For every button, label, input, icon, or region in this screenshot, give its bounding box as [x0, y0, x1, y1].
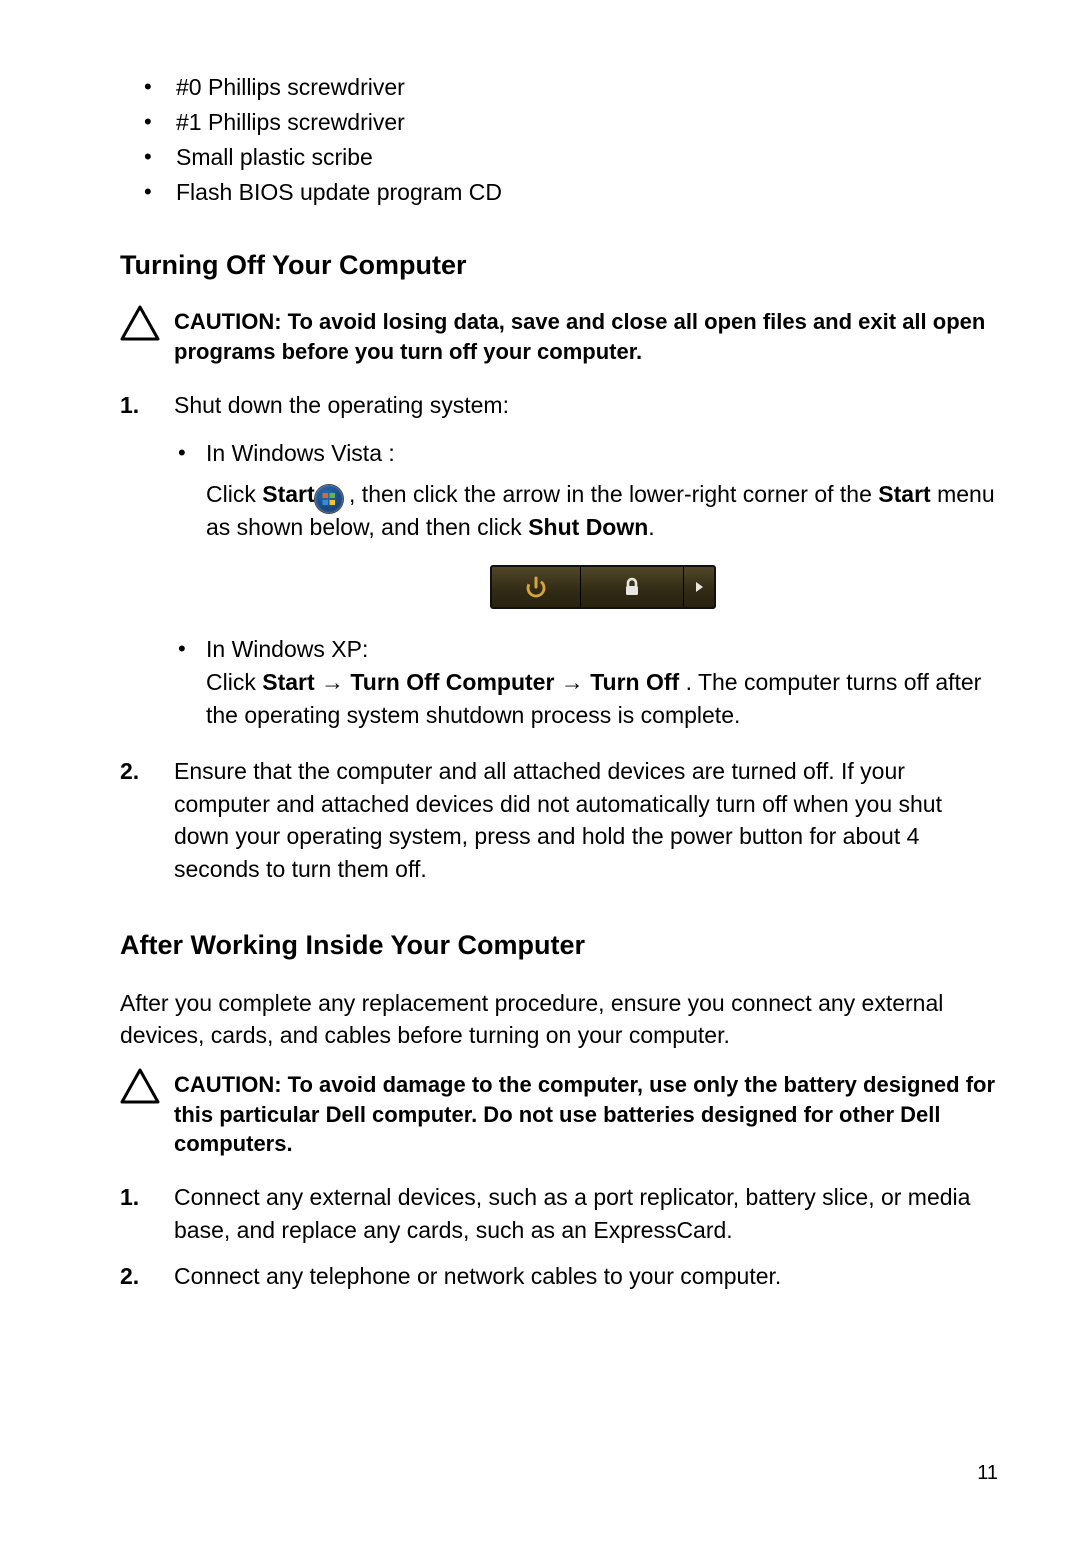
caution-lead: CAUTION:: [174, 1072, 288, 1097]
caution-block: CAUTION: To avoid damage to the computer…: [120, 1070, 1000, 1159]
arrow-text: →: [315, 669, 351, 695]
xp-head: In Windows XP:: [206, 636, 368, 662]
text: Click: [206, 481, 262, 507]
lock-button-segment: [581, 567, 684, 607]
chevron-right-icon: [693, 580, 705, 594]
step-item: Connect any telephone or network cables …: [120, 1260, 1000, 1293]
caution-body: To avoid losing data, save and close all…: [174, 309, 985, 364]
steps-list: Shut down the operating system: In Windo…: [120, 389, 1000, 886]
start-bold: Start: [878, 481, 930, 507]
power-button-segment: [492, 567, 581, 607]
list-item: Small plastic scribe: [176, 140, 1000, 175]
text: Click: [206, 669, 262, 695]
text: , then click the arrow in the lower-righ…: [343, 481, 879, 507]
section-heading-after-working: After Working Inside Your Computer: [120, 930, 1000, 961]
arrow-button-segment: [684, 567, 714, 607]
step-text: Connect any external devices, such as a …: [174, 1184, 970, 1243]
vista-head: In Windows Vista :: [206, 440, 395, 466]
page-number: 11: [977, 1462, 998, 1485]
turnoff-bold: Turn Off: [590, 669, 679, 695]
windows-logo-icon: [315, 485, 343, 513]
step-text: Ensure that the computer and all attache…: [174, 758, 942, 882]
text: .: [648, 514, 654, 540]
document-page: #0 Phillips screwdriver #1 Phillips scre…: [0, 0, 1080, 1545]
step-item: Shut down the operating system: In Windo…: [120, 389, 1000, 732]
arrow-text: →: [554, 669, 590, 695]
caution-triangle-icon: [120, 1068, 160, 1104]
steps-list-after: Connect any external devices, such as a …: [120, 1181, 1000, 1293]
list-item: Flash BIOS update program CD: [176, 175, 1000, 210]
vista-shutdown-graphic: [490, 565, 716, 609]
start-bold: Start: [262, 481, 314, 507]
tools-list: #0 Phillips screwdriver #1 Phillips scre…: [120, 70, 1000, 210]
caution-text: CAUTION: To avoid losing data, save and …: [174, 307, 1000, 366]
step-item: Connect any external devices, such as a …: [120, 1181, 1000, 1246]
list-item: #0 Phillips screwdriver: [176, 70, 1000, 105]
lock-icon: [620, 575, 644, 599]
intro-paragraph: After you complete any replacement proce…: [120, 987, 1000, 1052]
step-text: Shut down the operating system:: [174, 392, 509, 418]
caution-lead: CAUTION:: [174, 309, 288, 334]
start-bold: Start: [262, 669, 314, 695]
power-icon: [524, 575, 548, 599]
sub-item-vista: In Windows Vista : Click Start , then cl…: [206, 437, 1000, 609]
shutdown-bold: Shut Down: [528, 514, 648, 540]
step-item: Ensure that the computer and all attache…: [120, 755, 1000, 886]
list-item: #1 Phillips screwdriver: [176, 105, 1000, 140]
caution-text: CAUTION: To avoid damage to the computer…: [174, 1070, 1000, 1159]
caution-body: To avoid damage to the computer, use onl…: [174, 1072, 995, 1156]
turnoffcomp-bold: Turn Off Computer: [350, 669, 554, 695]
sub-list: In Windows Vista : Click Start , then cl…: [174, 437, 1000, 731]
section-heading-turning-off: Turning Off Your Computer: [120, 250, 1000, 281]
caution-triangle-icon: [120, 305, 160, 341]
sub-item-xp: In Windows XP: Click Start → Turn Off Co…: [206, 633, 1000, 731]
caution-block: CAUTION: To avoid losing data, save and …: [120, 307, 1000, 366]
step-text: Connect any telephone or network cables …: [174, 1263, 781, 1289]
